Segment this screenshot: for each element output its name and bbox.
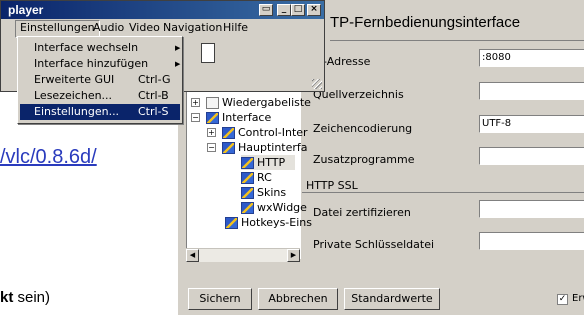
player-titlebar[interactable]: player ▭ _ □ × bbox=[1, 1, 324, 19]
tree-item-label: Wiedergabeliste bbox=[222, 96, 311, 109]
tree-item-rc[interactable]: RC bbox=[241, 170, 272, 185]
maximize-icon[interactable]: □ bbox=[291, 4, 305, 16]
menu-item-interface-hinzufuegen[interactable]: Interface hinzufügen ▶ bbox=[20, 56, 180, 72]
tree-item-label: Skins bbox=[257, 186, 287, 199]
folder-icon bbox=[241, 186, 254, 199]
menu-item-shortcut: Ctrl-G bbox=[138, 73, 171, 86]
collapse-icon[interactable]: − bbox=[207, 143, 216, 152]
folder-icon bbox=[225, 216, 238, 229]
background-link[interactable]: /vlc/0.8.6d/ bbox=[0, 146, 97, 169]
tree-item-label: Hauptinterfa bbox=[238, 141, 308, 154]
tree-item-label: RC bbox=[257, 171, 272, 184]
field-label-charset: Zeichencodierung bbox=[313, 122, 413, 135]
menu-item-label: Einstellungen... bbox=[34, 105, 120, 118]
charset-input[interactable]: UTF-8 bbox=[479, 115, 584, 133]
menu-item-einstellungen[interactable]: Einstellungen... Ctrl-S bbox=[20, 104, 180, 120]
section-http-ssl: HTTP SSL bbox=[306, 179, 358, 192]
tree-item-label: Interface bbox=[222, 111, 272, 124]
player-control[interactable] bbox=[201, 43, 215, 63]
menu-item-lesezeichen[interactable]: Lesezeichen... Ctrl-B bbox=[20, 88, 180, 104]
collapse-icon[interactable]: − bbox=[191, 113, 200, 122]
background-text-rest: sein) bbox=[13, 289, 51, 306]
menu-item-erweiterte-gui[interactable]: Erweiterte GUI Ctrl-G bbox=[20, 72, 180, 88]
section-divider bbox=[302, 192, 584, 193]
save-button[interactable]: Sichern bbox=[188, 288, 252, 310]
advanced-checkbox[interactable]: ✓ bbox=[557, 294, 568, 305]
restore-icon[interactable]: ▭ bbox=[259, 4, 273, 16]
menu-item-interface-wechseln[interactable]: Interface wechseln ▶ bbox=[20, 40, 180, 56]
tree-item-label: Control-Inter bbox=[238, 126, 308, 139]
menu-item-label: Interface hinzufügen bbox=[34, 57, 149, 70]
expand-icon[interactable]: + bbox=[191, 98, 200, 107]
window-title: player bbox=[8, 3, 44, 17]
advanced-checkbox-label: Erw bbox=[572, 293, 584, 304]
tree-item-http[interactable]: HTTP bbox=[241, 155, 296, 170]
tree-item-wiedergabeliste[interactable]: + Wiedergabeliste bbox=[191, 95, 311, 110]
handlers-input[interactable] bbox=[479, 147, 584, 165]
private-key-input[interactable] bbox=[479, 232, 584, 250]
page-icon bbox=[206, 96, 219, 109]
tree-horizontal-scrollbar[interactable]: ◀ ▶ bbox=[186, 248, 300, 262]
defaults-button[interactable]: Standardwerte bbox=[344, 288, 440, 310]
scroll-left-icon[interactable]: ◀ bbox=[186, 249, 199, 262]
tree-item-label: HTTP bbox=[257, 156, 286, 169]
cancel-button[interactable]: Abbrechen bbox=[258, 288, 338, 310]
field-label-handlers: Zusatzprogramme bbox=[313, 153, 415, 166]
tree-item-control-interface[interactable]: + Control-Inter bbox=[207, 125, 308, 140]
tree-item-hauptinterface[interactable]: − Hauptinterfa bbox=[207, 140, 308, 155]
field-label-source-directory: Quellverzeichnis bbox=[313, 88, 404, 101]
title-divider bbox=[330, 40, 584, 41]
field-label-certificate: Datei zertifizieren bbox=[313, 206, 411, 219]
folder-icon bbox=[222, 126, 235, 139]
folder-icon bbox=[206, 111, 219, 124]
menu-item-shortcut: Ctrl-S bbox=[138, 105, 169, 118]
tree-item-hotkeys[interactable]: Hotkeys-Eins bbox=[225, 215, 312, 230]
tree-item-interface[interactable]: − Interface bbox=[191, 110, 271, 125]
menu-item-label: Interface wechseln bbox=[34, 41, 139, 54]
tree-item-label: Hotkeys-Eins bbox=[241, 216, 312, 229]
tree-item-skins[interactable]: Skins bbox=[241, 185, 286, 200]
folder-icon bbox=[241, 201, 254, 214]
menu-navigation[interactable]: Navigation bbox=[159, 20, 226, 36]
source-directory-input[interactable] bbox=[479, 82, 584, 100]
background-text: kt sein) bbox=[0, 289, 50, 306]
submenu-arrow-icon: ▶ bbox=[175, 44, 181, 52]
folder-icon bbox=[241, 156, 254, 169]
folder-icon bbox=[241, 171, 254, 184]
tree-item-wxwidgets[interactable]: wxWidge bbox=[241, 200, 307, 215]
host-address-input[interactable]: :8080 bbox=[479, 49, 584, 67]
tree-item-label: wxWidge bbox=[257, 201, 307, 214]
preferences-tree: + Wiedergabeliste − Interface + Control-… bbox=[186, 82, 312, 259]
expand-icon[interactable]: + bbox=[207, 128, 216, 137]
panel-title: TP-Fernbedienungsinterface bbox=[330, 14, 521, 31]
field-label-private-key: Private Schlüsseldatei bbox=[313, 238, 435, 251]
menu-hilfe[interactable]: Hilfe bbox=[219, 20, 252, 36]
menu-video[interactable]: Video bbox=[125, 20, 164, 36]
certificate-input[interactable] bbox=[479, 200, 584, 218]
scroll-right-icon[interactable]: ▶ bbox=[287, 249, 300, 262]
menu-audio[interactable]: Audio bbox=[89, 20, 128, 36]
menu-item-shortcut: Ctrl-B bbox=[138, 89, 169, 102]
submenu-arrow-icon: ▶ bbox=[175, 60, 181, 68]
settings-dropdown-menu: Interface wechseln ▶ Interface hinzufüge… bbox=[17, 36, 183, 124]
menu-item-label: Lesezeichen... bbox=[34, 89, 113, 102]
minimize-icon[interactable]: _ bbox=[277, 4, 291, 16]
background-text-bold: kt bbox=[0, 289, 14, 306]
folder-icon bbox=[222, 141, 235, 154]
player-menubar: Einstellungen Audio Video Navigation Hil… bbox=[1, 19, 324, 38]
close-icon[interactable]: × bbox=[307, 4, 321, 16]
resize-grip-icon[interactable] bbox=[312, 79, 322, 89]
menu-item-label: Erweiterte GUI bbox=[34, 73, 115, 86]
